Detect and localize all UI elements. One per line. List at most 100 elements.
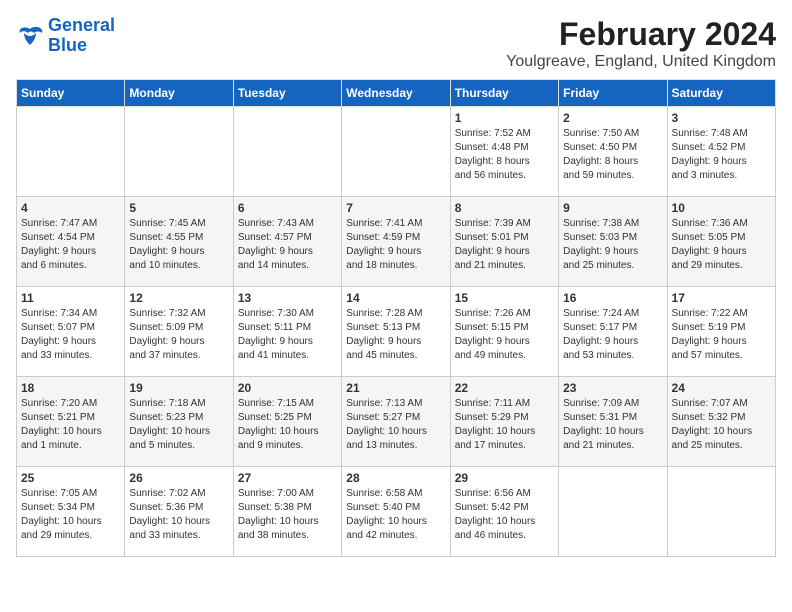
calendar-week-row: 1Sunrise: 7:52 AM Sunset: 4:48 PM Daylig… [17, 107, 776, 197]
calendar-cell: 7 Sunrise: 7:41 AM Sunset: 4:59 PM Daylig… [342, 197, 450, 287]
calendar-day-header: Monday [125, 80, 233, 107]
day-info: Sunrise: 7:50 AM Sunset: 4:50 PM Dayligh… [563, 127, 662, 183]
calendar-cell: 26Sunrise: 7:02 AM Sunset: 5:36 PM Dayli… [125, 467, 233, 557]
day-info: Sunrise: 7:15 AM Sunset: 5:25 PM Dayligh… [238, 397, 337, 453]
day-info: Sunrise: 7:34 AM Sunset: 5:07 PM Dayligh… [21, 307, 120, 363]
day-info: Sunrise: 7:41 AM Sunset: 4:59 PM Dayligh… [346, 217, 445, 273]
calendar-cell: 29 Sunrise: 6:56 AM Sunset: 5:42 PM Dayli… [450, 467, 558, 557]
calendar-cell: 23 Sunrise: 7:09 AM Sunset: 5:31 PM Dayli… [559, 377, 667, 467]
page-title: February 2024 [506, 16, 776, 53]
day-number: 7 [346, 201, 445, 215]
day-number: 11 [21, 291, 120, 305]
day-info: Sunrise: 7:30 AM Sunset: 5:11 PM Dayligh… [238, 307, 337, 363]
calendar-cell: 5 Sunrise: 7:45 AM Sunset: 4:55 PM Daylig… [125, 197, 233, 287]
logo: General Blue [16, 16, 115, 56]
day-info: Sunrise: 6:56 AM Sunset: 5:42 PM Dayligh… [455, 487, 554, 543]
day-info: Sunrise: 7:00 AM Sunset: 5:38 PM Dayligh… [238, 487, 337, 543]
day-number: 21 [346, 381, 445, 395]
calendar-table: SundayMondayTuesdayWednesdayThursdayFrid… [16, 79, 776, 557]
day-number: 5 [129, 201, 228, 215]
header: General Blue February 2024 Youlgreave, E… [16, 16, 776, 71]
calendar-cell [17, 107, 125, 197]
calendar-week-row: 18Sunrise: 7:20 AM Sunset: 5:21 PM Dayli… [17, 377, 776, 467]
calendar-cell: 20 Sunrise: 7:15 AM Sunset: 5:25 PM Dayli… [233, 377, 341, 467]
calendar-day-header: Wednesday [342, 80, 450, 107]
logo-icon [16, 25, 44, 47]
day-info: Sunrise: 7:48 AM Sunset: 4:52 PM Dayligh… [672, 127, 771, 183]
calendar-week-row: 11 Sunrise: 7:34 AM Sunset: 5:07 PM Dayli… [17, 287, 776, 377]
calendar-week-row: 4 Sunrise: 7:47 AM Sunset: 4:54 PM Daylig… [17, 197, 776, 287]
day-number: 4 [21, 201, 120, 215]
day-info: Sunrise: 7:36 AM Sunset: 5:05 PM Dayligh… [672, 217, 771, 273]
day-number: 29 [455, 471, 554, 485]
calendar-cell: 19 Sunrise: 7:18 AM Sunset: 5:23 PM Dayli… [125, 377, 233, 467]
calendar-day-header: Saturday [667, 80, 775, 107]
calendar-cell: 1Sunrise: 7:52 AM Sunset: 4:48 PM Daylig… [450, 107, 558, 197]
day-number: 12 [129, 291, 228, 305]
calendar-day-header: Thursday [450, 80, 558, 107]
day-info: Sunrise: 7:52 AM Sunset: 4:48 PM Dayligh… [455, 127, 554, 183]
day-info: Sunrise: 7:09 AM Sunset: 5:31 PM Dayligh… [563, 397, 662, 453]
calendar-cell: 16 Sunrise: 7:24 AM Sunset: 5:17 PM Dayli… [559, 287, 667, 377]
calendar-cell: 12 Sunrise: 7:32 AM Sunset: 5:09 PM Dayli… [125, 287, 233, 377]
day-info: Sunrise: 7:38 AM Sunset: 5:03 PM Dayligh… [563, 217, 662, 273]
day-number: 2 [563, 111, 662, 125]
day-info: Sunrise: 7:45 AM Sunset: 4:55 PM Dayligh… [129, 217, 228, 273]
calendar-cell: 6 Sunrise: 7:43 AM Sunset: 4:57 PM Daylig… [233, 197, 341, 287]
calendar-cell: 21Sunrise: 7:13 AM Sunset: 5:27 PM Dayli… [342, 377, 450, 467]
calendar-cell: 18Sunrise: 7:20 AM Sunset: 5:21 PM Dayli… [17, 377, 125, 467]
calendar-cell: 9Sunrise: 7:38 AM Sunset: 5:03 PM Daylig… [559, 197, 667, 287]
calendar-cell: 28Sunrise: 6:58 AM Sunset: 5:40 PM Dayli… [342, 467, 450, 557]
calendar-cell: 14Sunrise: 7:28 AM Sunset: 5:13 PM Dayli… [342, 287, 450, 377]
day-number: 6 [238, 201, 337, 215]
day-number: 3 [672, 111, 771, 125]
day-info: Sunrise: 7:39 AM Sunset: 5:01 PM Dayligh… [455, 217, 554, 273]
calendar-day-header: Friday [559, 80, 667, 107]
day-info: Sunrise: 7:26 AM Sunset: 5:15 PM Dayligh… [455, 307, 554, 363]
calendar-cell [125, 107, 233, 197]
day-number: 19 [129, 381, 228, 395]
calendar-cell: 2 Sunrise: 7:50 AM Sunset: 4:50 PM Daylig… [559, 107, 667, 197]
calendar-cell [342, 107, 450, 197]
calendar-cell: 8 Sunrise: 7:39 AM Sunset: 5:01 PM Daylig… [450, 197, 558, 287]
day-number: 27 [238, 471, 337, 485]
page-subtitle: Youlgreave, England, United Kingdom [506, 53, 776, 71]
calendar-cell: 11 Sunrise: 7:34 AM Sunset: 5:07 PM Dayli… [17, 287, 125, 377]
day-info: Sunrise: 7:47 AM Sunset: 4:54 PM Dayligh… [21, 217, 120, 273]
day-number: 24 [672, 381, 771, 395]
calendar-header-row: SundayMondayTuesdayWednesdayThursdayFrid… [17, 80, 776, 107]
calendar-cell [233, 107, 341, 197]
calendar-cell [559, 467, 667, 557]
calendar-cell: 15Sunrise: 7:26 AM Sunset: 5:15 PM Dayli… [450, 287, 558, 377]
day-number: 25 [21, 471, 120, 485]
calendar-cell: 27 Sunrise: 7:00 AM Sunset: 5:38 PM Dayli… [233, 467, 341, 557]
day-info: Sunrise: 7:32 AM Sunset: 5:09 PM Dayligh… [129, 307, 228, 363]
calendar-body: 1Sunrise: 7:52 AM Sunset: 4:48 PM Daylig… [17, 107, 776, 557]
calendar-week-row: 25Sunrise: 7:05 AM Sunset: 5:34 PM Dayli… [17, 467, 776, 557]
calendar-cell: 17 Sunrise: 7:22 AM Sunset: 5:19 PM Dayli… [667, 287, 775, 377]
day-number: 18 [21, 381, 120, 395]
day-info: Sunrise: 7:22 AM Sunset: 5:19 PM Dayligh… [672, 307, 771, 363]
day-number: 23 [563, 381, 662, 395]
day-number: 22 [455, 381, 554, 395]
day-info: Sunrise: 7:43 AM Sunset: 4:57 PM Dayligh… [238, 217, 337, 273]
day-number: 28 [346, 471, 445, 485]
day-info: Sunrise: 7:28 AM Sunset: 5:13 PM Dayligh… [346, 307, 445, 363]
day-number: 20 [238, 381, 337, 395]
day-info: Sunrise: 7:07 AM Sunset: 5:32 PM Dayligh… [672, 397, 771, 453]
day-info: Sunrise: 7:18 AM Sunset: 5:23 PM Dayligh… [129, 397, 228, 453]
calendar-cell: 22 Sunrise: 7:11 AM Sunset: 5:29 PM Dayli… [450, 377, 558, 467]
day-number: 16 [563, 291, 662, 305]
day-number: 8 [455, 201, 554, 215]
logo-text: General Blue [48, 16, 115, 56]
day-number: 13 [238, 291, 337, 305]
title-block: February 2024 Youlgreave, England, Unite… [506, 16, 776, 71]
calendar-day-header: Tuesday [233, 80, 341, 107]
calendar-cell: 24 Sunrise: 7:07 AM Sunset: 5:32 PM Dayli… [667, 377, 775, 467]
calendar-cell: 4 Sunrise: 7:47 AM Sunset: 4:54 PM Daylig… [17, 197, 125, 287]
day-info: Sunrise: 7:24 AM Sunset: 5:17 PM Dayligh… [563, 307, 662, 363]
day-number: 17 [672, 291, 771, 305]
calendar-cell [667, 467, 775, 557]
day-number: 26 [129, 471, 228, 485]
day-info: Sunrise: 7:11 AM Sunset: 5:29 PM Dayligh… [455, 397, 554, 453]
